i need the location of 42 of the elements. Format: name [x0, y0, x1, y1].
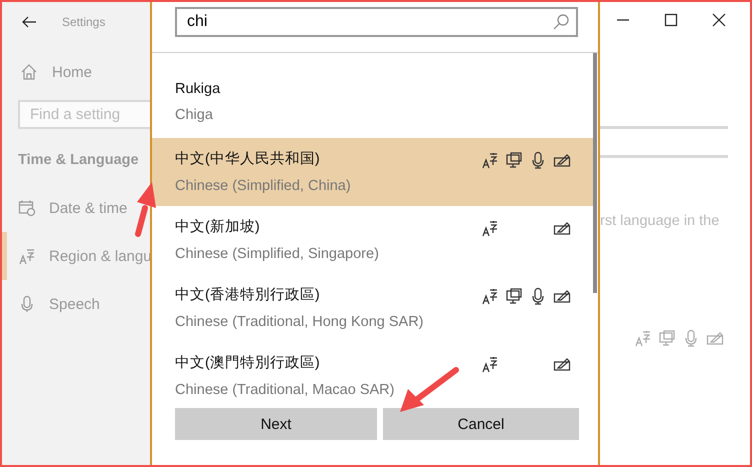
display-icon — [505, 287, 523, 305]
language-name: 中文(澳門特別行政區) — [175, 354, 321, 372]
window-title: Settings — [62, 15, 106, 29]
maximize-icon[interactable] — [662, 11, 680, 29]
section-title: Time & Language — [17, 151, 140, 170]
language-item[interactable]: 中文(香港特別行政區) Chinese (Traditional, Hong Kong SAR) — [152, 274, 593, 342]
calendar-icon — [18, 199, 36, 217]
home-icon — [20, 63, 38, 81]
close-icon[interactable] — [710, 11, 728, 29]
language-item[interactable]: 中文(中华人民共和国) Chinese (Simplified, China) — [152, 138, 593, 206]
search-icon — [552, 13, 570, 31]
sidebar-item-label: Date & time — [49, 200, 128, 216]
text-feature-icon — [481, 355, 499, 373]
language-name: Rukiga — [175, 81, 222, 97]
display-icon — [658, 329, 676, 347]
language-name: 中文(香港特別行政區) — [175, 286, 321, 304]
scrollbar-thumb[interactable] — [593, 53, 597, 293]
language-english-name: Chinese (Simplified, China) — [175, 178, 352, 194]
text-feature-icon — [481, 287, 499, 305]
home-label: Home — [52, 64, 92, 80]
sidebar-item-label: Region & langu — [49, 248, 152, 264]
sidebar-item-label: Speech — [49, 296, 100, 312]
display-icon — [505, 151, 523, 169]
next-button[interactable]: Next — [175, 408, 377, 440]
language-item[interactable]: 中文(新加坡) Chinese (Simplified, Singapore) — [152, 206, 593, 274]
find-setting-field[interactable]: Find a setting — [18, 100, 150, 129]
description-text: rst language in the — [600, 212, 720, 229]
language-english-name: Chinese (Traditional, Macao SAR) — [175, 382, 396, 398]
language-english-name: Chinese (Simplified, Singapore) — [175, 246, 380, 262]
language-icon — [18, 247, 36, 265]
cancel-button[interactable]: Cancel — [383, 408, 579, 440]
text-feature-icon — [634, 329, 652, 347]
text-feature-icon — [481, 219, 499, 237]
language-item[interactable]: Rukiga Chiga — [152, 70, 593, 138]
search-field[interactable]: chi — [175, 7, 578, 37]
language-english-name: Chiga — [175, 107, 214, 123]
annotation-arrow — [134, 180, 158, 238]
language-english-name: Chinese (Traditional, Hong Kong SAR) — [175, 314, 425, 330]
language-item[interactable]: 中文(澳門特別行政區) Chinese (Traditional, Macao SAR) — [152, 342, 593, 404]
language-name: 中文(中华人民共和国) — [175, 150, 321, 168]
language-name: 中文(新加坡) — [175, 218, 261, 236]
text-feature-icon — [481, 151, 499, 169]
